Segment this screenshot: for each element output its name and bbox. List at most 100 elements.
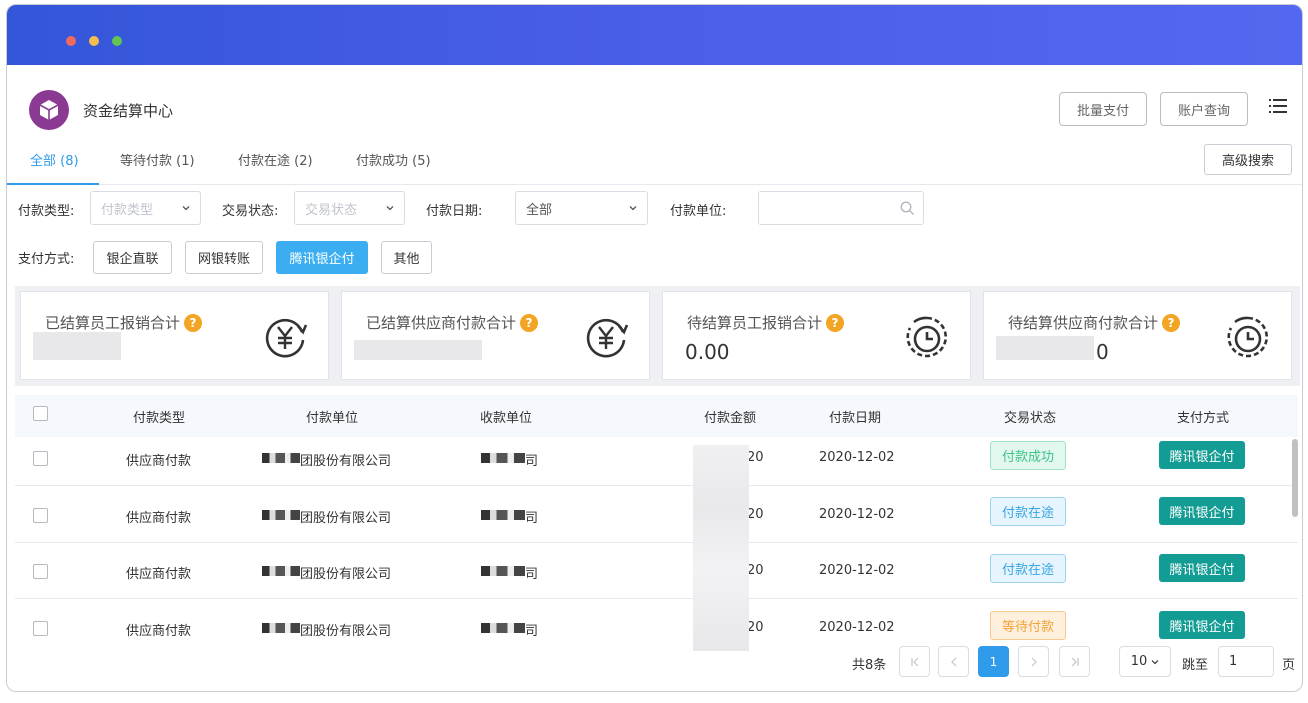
row-divider — [15, 485, 1298, 486]
cell-pay-date: 2020-12-02 — [819, 450, 895, 465]
app-title: 资金结算中心 — [83, 102, 174, 120]
payer-search-input[interactable] — [758, 191, 924, 225]
select-all-checkbox[interactable] — [33, 406, 48, 421]
table-header — [15, 395, 1298, 437]
pay-method-tag[interactable]: 腾讯银企付 — [1159, 554, 1245, 582]
trade-status-select[interactable]: 交易状态 — [294, 191, 405, 225]
tab-all[interactable]: 全部 (8) — [30, 150, 79, 169]
help-icon[interactable]: ? — [826, 313, 845, 332]
help-icon[interactable]: ? — [184, 313, 203, 332]
cell-amount: 20 — [747, 450, 764, 465]
chevron-down-icon — [386, 206, 394, 211]
row-checkbox[interactable] — [33, 564, 48, 579]
prev-page-button[interactable] — [938, 646, 969, 677]
tab-waiting[interactable]: 等待付款 (1) — [120, 150, 195, 169]
next-page-button[interactable] — [1018, 646, 1049, 677]
redacted-text — [262, 623, 300, 633]
column-header-payee[interactable]: 收款单位 — [480, 407, 532, 426]
status-badge: 付款在途 — [990, 554, 1066, 583]
clock-refresh-icon — [1227, 316, 1268, 358]
column-header-pay-method[interactable]: 支付方式 — [1177, 407, 1229, 426]
row-checkbox[interactable] — [33, 508, 48, 523]
column-header-pay-type[interactable]: 付款类型 — [133, 407, 185, 426]
pay-method-tag[interactable]: 腾讯银企付 — [1159, 441, 1245, 469]
card-title: 待结算员工报销合计 — [687, 314, 823, 332]
active-tab-indicator — [7, 183, 99, 185]
row-checkbox[interactable] — [33, 451, 48, 466]
pay-type-label: 付款类型: — [18, 204, 75, 219]
redacted-text — [481, 453, 525, 463]
list-menu-icon[interactable] — [1269, 98, 1287, 114]
pay-date-select[interactable]: 全部 — [515, 191, 648, 225]
yen-refresh-icon — [265, 318, 308, 358]
page-suffix: 页 — [1282, 658, 1296, 673]
status-badge: 付款成功 — [990, 441, 1066, 470]
method-bank-direct-button[interactable]: 银企直联 — [93, 241, 172, 274]
advanced-search-button[interactable]: 高级搜索 — [1204, 144, 1292, 175]
title-bar — [7, 5, 1302, 65]
cell-payee: 司 — [525, 511, 539, 526]
status-badge: 付款在途 — [990, 497, 1066, 526]
jump-page-input[interactable]: 1 — [1218, 646, 1274, 677]
summary-card-pending-reimburse: 待结算员工报销合计? 0.00 — [662, 291, 971, 380]
pay-method-tag[interactable]: 腾讯银企付 — [1159, 497, 1245, 525]
page-size-select[interactable]: 10 — [1119, 646, 1171, 677]
cell-pay-type: 供应商付款 — [126, 567, 192, 582]
redacted-value — [996, 336, 1094, 360]
method-tencent-button[interactable]: 腾讯银企付 — [276, 241, 368, 274]
jump-label: 跳至 — [1182, 658, 1209, 673]
chevron-down-icon — [182, 206, 190, 211]
cell-payee: 司 — [525, 454, 539, 469]
cell-payer: 团股份有限公司 — [300, 454, 392, 469]
clock-refresh-icon — [906, 316, 947, 358]
cell-pay-type: 供应商付款 — [126, 511, 192, 526]
maximize-window-button[interactable] — [112, 36, 122, 46]
last-page-icon — [1071, 657, 1079, 666]
pay-method-label: 支付方式: — [18, 252, 75, 267]
column-header-status[interactable]: 交易状态 — [1004, 407, 1056, 426]
card-value: 0.00 — [685, 340, 730, 364]
cell-amount: 20 — [747, 620, 764, 635]
first-page-icon — [910, 657, 918, 666]
row-divider — [15, 598, 1298, 599]
method-other-button[interactable]: 其他 — [381, 241, 432, 274]
pay-date-label: 付款日期: — [426, 204, 483, 219]
first-page-button[interactable] — [899, 646, 930, 677]
chevron-left-icon — [950, 657, 956, 666]
pay-type-select[interactable]: 付款类型 — [90, 191, 201, 225]
trade-status-label: 交易状态: — [222, 204, 279, 219]
last-page-button[interactable] — [1059, 646, 1090, 677]
summary-card-settled-reimburse: 已结算员工报销合计? — [20, 291, 329, 380]
page-size-value: 10 — [1130, 654, 1148, 669]
account-query-button[interactable]: 账户查询 — [1160, 92, 1248, 126]
cell-amount: 20 — [747, 563, 764, 578]
minimize-window-button[interactable] — [89, 36, 99, 46]
column-header-payer[interactable]: 付款单位 — [306, 407, 358, 426]
cell-payee: 司 — [525, 567, 539, 582]
batch-pay-button[interactable]: 批量支付 — [1059, 92, 1147, 126]
row-checkbox[interactable] — [33, 621, 48, 636]
tab-in-transit[interactable]: 付款在途 (2) — [238, 150, 313, 169]
redacted-amount-column — [693, 445, 749, 651]
tab-success[interactable]: 付款成功 (5) — [356, 150, 431, 169]
row-divider — [15, 542, 1298, 543]
card-value: 0 — [1096, 340, 1109, 364]
method-online-banking-button[interactable]: 网银转账 — [185, 241, 263, 274]
column-header-amount[interactable]: 付款金额 — [704, 407, 756, 426]
status-badge: 等待付款 — [990, 611, 1066, 640]
column-header-pay-date[interactable]: 付款日期 — [829, 407, 881, 426]
pay-method-tag[interactable]: 腾讯银企付 — [1159, 611, 1245, 639]
card-title: 已结算供应商付款合计 — [366, 314, 517, 332]
pay-date-value: 全部 — [526, 202, 553, 218]
help-icon[interactable]: ? — [1162, 313, 1181, 332]
cell-pay-date: 2020-12-02 — [819, 620, 895, 635]
redacted-text — [481, 566, 525, 576]
cell-pay-date: 2020-12-02 — [819, 507, 895, 522]
chevron-right-icon — [1031, 657, 1037, 666]
table-scrollbar[interactable] — [1292, 439, 1298, 517]
help-icon[interactable]: ? — [520, 313, 539, 332]
page-number-button[interactable]: 1 — [978, 646, 1009, 677]
close-window-button[interactable] — [66, 36, 76, 46]
redacted-text — [262, 566, 300, 576]
app-logo-icon — [29, 90, 69, 130]
